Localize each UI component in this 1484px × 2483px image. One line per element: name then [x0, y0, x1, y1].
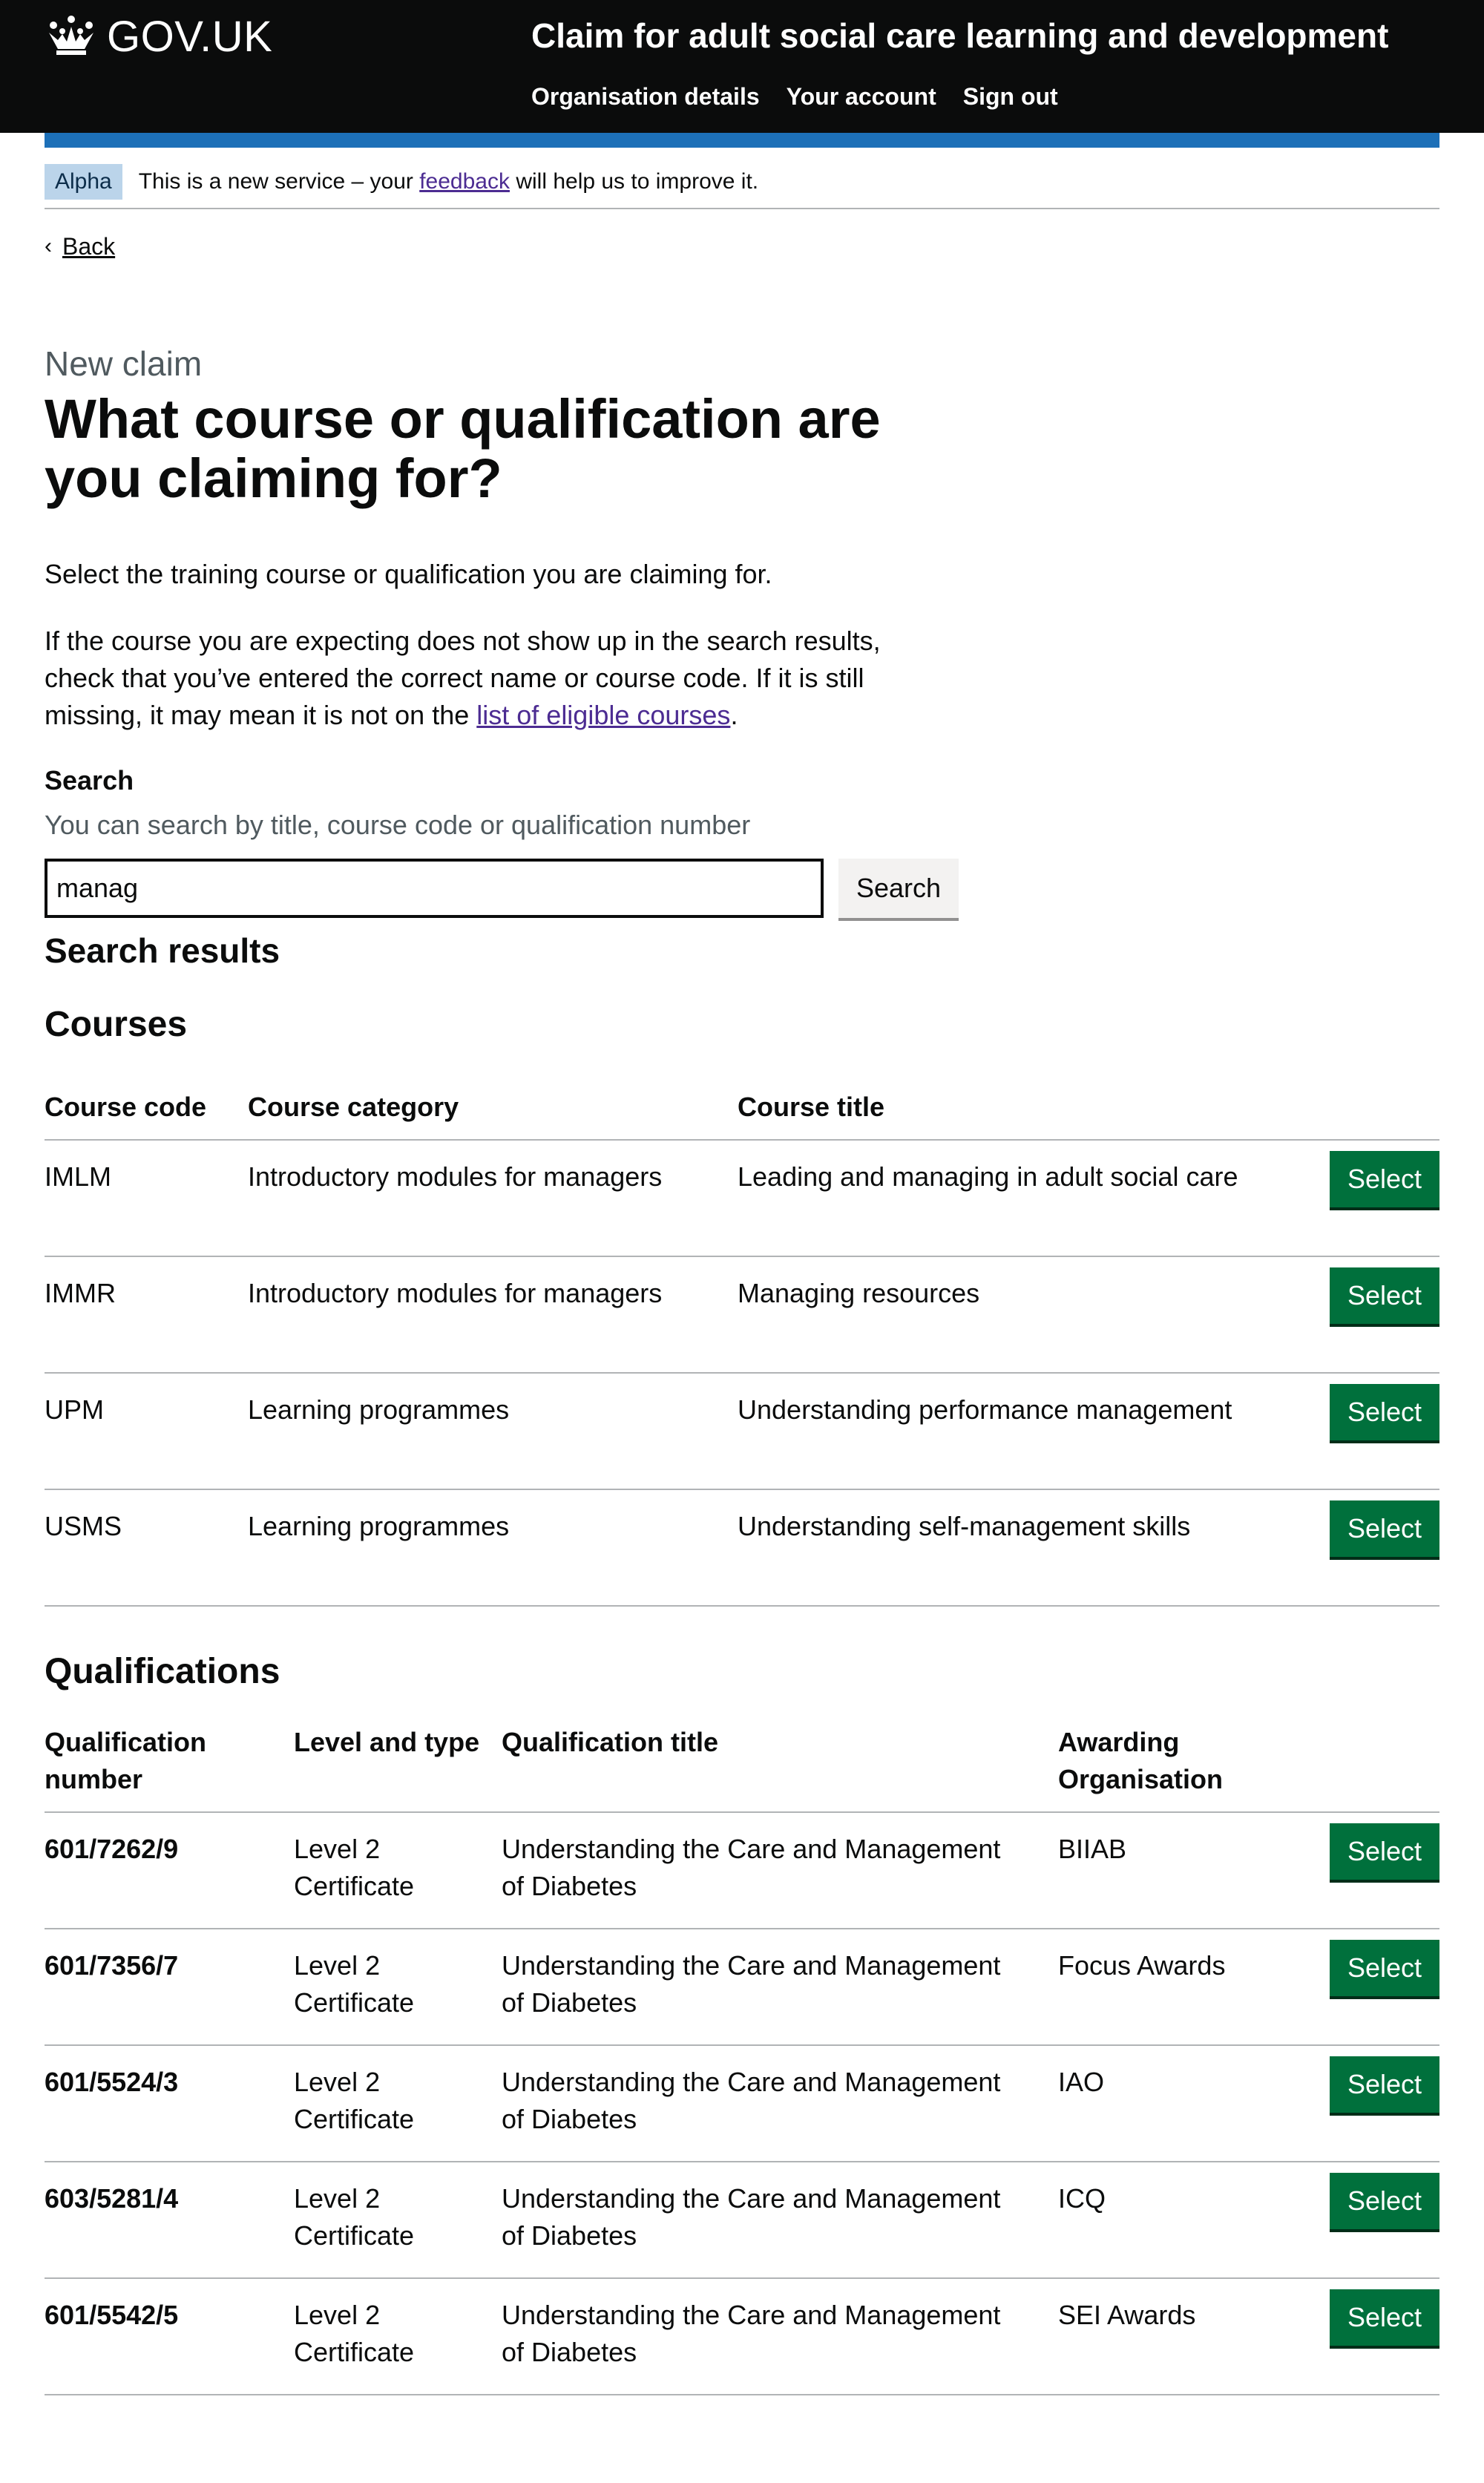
table-row: 601/5524/3 Level 2 Certificate Understan…: [45, 2045, 1439, 2162]
qualification-level: Level 2 Certificate: [294, 2045, 502, 2162]
awarding-organisation: SEI Awards: [1058, 2278, 1321, 2395]
qualifications-heading: Qualifications: [45, 1652, 280, 1691]
nav-sign-out[interactable]: Sign out: [963, 79, 1058, 114]
header-nav: Organisation details Your account Sign o…: [531, 79, 1058, 114]
course-category: Introductory modules for managers: [248, 1256, 738, 1374]
qualification-title: Understanding the Care and Management of…: [502, 2045, 1058, 2162]
course-category: Learning programmes: [248, 1373, 738, 1490]
col-course-action: [1321, 1089, 1439, 1141]
select-button[interactable]: Select: [1329, 1384, 1439, 1440]
qualification-title: Understanding the Care and Management of…: [502, 1812, 1058, 1929]
phase-text: This is a new service – your feedback wi…: [138, 169, 759, 194]
qualification-level: Level 2 Certificate: [294, 2278, 502, 2395]
back-link-container: ‹ Back: [45, 230, 115, 263]
select-button[interactable]: Select: [1329, 1151, 1439, 1207]
eligible-courses-link[interactable]: list of eligible courses: [476, 700, 730, 730]
search-row: Search: [45, 859, 1439, 918]
col-course-code: Course code: [45, 1089, 248, 1141]
course-code: UPM: [45, 1373, 248, 1490]
awarding-organisation: Focus Awards: [1058, 1929, 1321, 2046]
course-code: IMMR: [45, 1256, 248, 1374]
courses-header-row: Course code Course category Course title: [45, 1089, 1439, 1141]
search-results-heading: Search results: [45, 931, 280, 970]
site-header: GOV.UK Claim for adult social care learn…: [0, 0, 1484, 133]
qualification-title: Understanding the Care and Management of…: [502, 1929, 1058, 2046]
intro-text: Select the training course or qualificat…: [45, 559, 772, 589]
col-qualification-number: Qualification number: [45, 1724, 294, 1813]
search-button[interactable]: Search: [838, 859, 959, 918]
course-title: Managing resources: [738, 1256, 1321, 1374]
qualification-number: 601/5524/3: [45, 2045, 294, 2162]
awarding-organisation: ICQ: [1058, 2162, 1321, 2279]
course-code: IMLM: [45, 1140, 248, 1257]
search-hint: You can search by title, course code or …: [45, 810, 751, 840]
page-title: What course or qualification are you cla…: [45, 388, 881, 509]
govuk-logo-text[interactable]: GOV.UK: [107, 9, 272, 65]
table-row: IMLM Introductory modules for managers L…: [45, 1140, 1439, 1257]
header-blue-bar: [45, 133, 1439, 148]
table-row: 601/7356/7 Level 2 Certificate Understan…: [45, 1929, 1439, 2046]
course-title: Understanding performance management: [738, 1373, 1321, 1490]
qualification-level: Level 2 Certificate: [294, 1929, 502, 2046]
courses-table: Course code Course category Course title…: [45, 1089, 1439, 1607]
courses-heading: Courses: [45, 1005, 188, 1044]
crown-icon: [49, 16, 93, 55]
col-awarding-organisation: Awarding Organisation: [1058, 1724, 1321, 1813]
back-link[interactable]: Back: [62, 230, 115, 263]
select-button[interactable]: Select: [1329, 1823, 1439, 1880]
nav-organisation-details[interactable]: Organisation details: [531, 79, 760, 114]
table-row: 603/5281/4 Level 2 Certificate Understan…: [45, 2162, 1439, 2279]
select-button[interactable]: Select: [1329, 1500, 1439, 1557]
search-group: Search You can search by title, course c…: [45, 762, 1439, 918]
feedback-link[interactable]: feedback: [419, 169, 510, 194]
qualification-title: Understanding the Care and Management of…: [502, 2162, 1058, 2279]
course-title: Understanding self-management skills: [738, 1489, 1321, 1607]
phase-banner: Alpha This is a new service – your feedb…: [45, 156, 1439, 209]
select-button[interactable]: Select: [1329, 1940, 1439, 1996]
col-level-type: Level and type: [294, 1724, 502, 1813]
table-row: IMMR Introductory modules for managers M…: [45, 1256, 1439, 1374]
service-name[interactable]: Claim for adult social care learning and…: [531, 12, 1388, 59]
course-code: USMS: [45, 1489, 248, 1607]
select-button[interactable]: Select: [1329, 2173, 1439, 2229]
table-row: USMS Learning programmes Understanding s…: [45, 1489, 1439, 1607]
page-caption: New claim: [45, 344, 203, 383]
phase-tag: Alpha: [45, 164, 122, 200]
table-row: 601/7262/9 Level 2 Certificate Understan…: [45, 1812, 1439, 1929]
course-title: Leading and managing in adult social car…: [738, 1140, 1321, 1257]
search-label: Search: [45, 765, 134, 796]
col-course-category: Course category: [248, 1089, 738, 1141]
course-category: Introductory modules for managers: [248, 1140, 738, 1257]
table-row: 601/5542/5 Level 2 Certificate Understan…: [45, 2278, 1439, 2395]
qualification-number: 603/5281/4: [45, 2162, 294, 2279]
qualification-number: 601/5542/5: [45, 2278, 294, 2395]
search-input[interactable]: [45, 859, 824, 918]
qualification-title: Understanding the Care and Management of…: [502, 2278, 1058, 2395]
select-button[interactable]: Select: [1329, 2289, 1439, 2346]
qualification-level: Level 2 Certificate: [294, 1812, 502, 1929]
select-button[interactable]: Select: [1329, 1267, 1439, 1324]
chevron-left-icon: ‹: [45, 234, 52, 258]
course-category: Learning programmes: [248, 1489, 738, 1607]
awarding-organisation: IAO: [1058, 2045, 1321, 2162]
table-row: UPM Learning programmes Understanding pe…: [45, 1373, 1439, 1490]
select-button[interactable]: Select: [1329, 2056, 1439, 2113]
qualifications-table: Qualification number Level and type Qual…: [45, 1724, 1439, 2395]
qualification-number: 601/7356/7: [45, 1929, 294, 2046]
col-qualification-title: Qualification title: [502, 1724, 1058, 1813]
main-content: New claim What course or qualification a…: [45, 338, 1439, 2395]
info-text: If the course you are expecting does not…: [45, 626, 881, 730]
qualification-number: 601/7262/9: [45, 1812, 294, 1929]
col-course-title: Course title: [738, 1089, 1321, 1141]
qualifications-header-row: Qualification number Level and type Qual…: [45, 1724, 1439, 1813]
awarding-organisation: BIIAB: [1058, 1812, 1321, 1929]
col-qualification-action: [1321, 1724, 1439, 1813]
qualification-level: Level 2 Certificate: [294, 2162, 502, 2279]
nav-your-account[interactable]: Your account: [787, 79, 936, 114]
